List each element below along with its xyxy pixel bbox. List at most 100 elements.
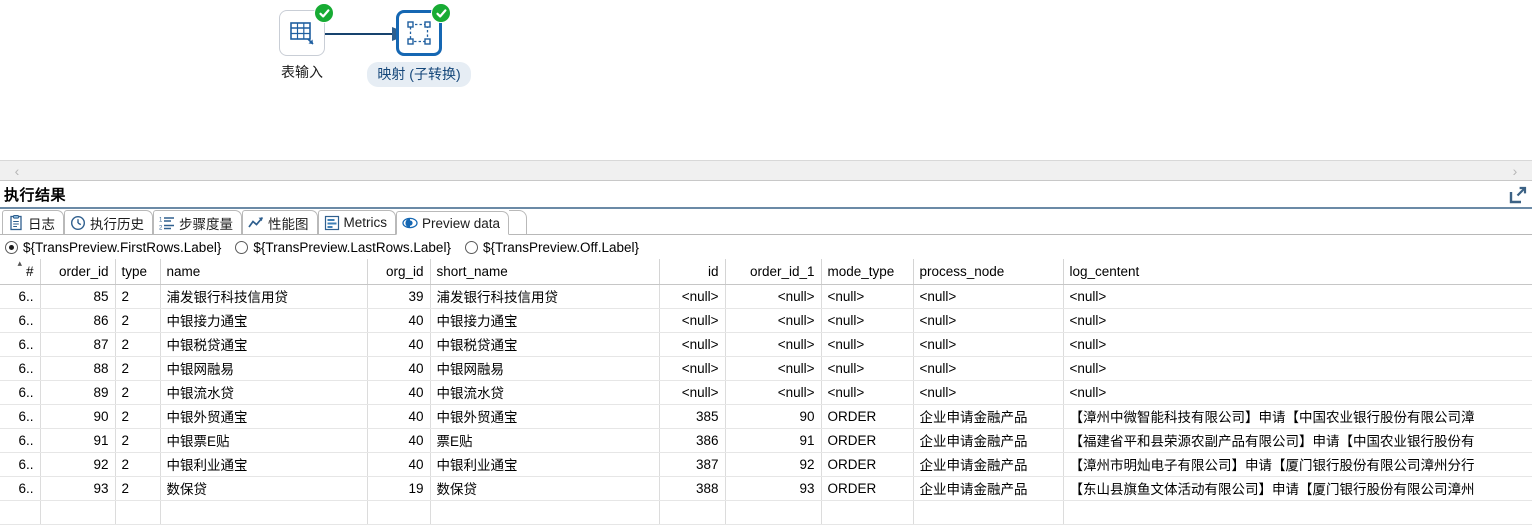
column-header-process_node[interactable]: process_node (913, 259, 1064, 285)
cell-idx[interactable]: 6.. (0, 356, 41, 381)
cell-log_centent[interactable] (1063, 500, 1532, 525)
column-header-name[interactable]: name (160, 259, 368, 285)
cell-name[interactable]: 浦发银行科技信用贷 (160, 284, 368, 309)
cell-name[interactable]: 数保贷 (160, 476, 368, 501)
cell-mode_type[interactable]: <null> (821, 308, 914, 333)
cell-name[interactable]: 中银税贷通宝 (160, 332, 368, 357)
cell-log_centent[interactable]: <null> (1063, 356, 1532, 381)
table-row[interactable]: 6.. 92 2 中银利业通宝 40 中银利业通宝 387 92 ORDER 企业申请金融产品 【漳… (0, 452, 1532, 477)
transformation-canvas[interactable]: 表输入 映射 (子转换) (0, 0, 1532, 160)
cell-idx[interactable]: 6.. (0, 404, 41, 429)
cell-order_id[interactable]: 89 (40, 380, 116, 405)
cell-name[interactable]: 中银网融易 (160, 356, 368, 381)
cell-process_node[interactable]: 企业申请金融产品 (913, 476, 1064, 501)
scroll-right-icon[interactable]: › (1502, 161, 1528, 181)
cell-id[interactable]: <null> (659, 332, 726, 357)
cell-type[interactable]: 2 (115, 380, 161, 405)
cell-name[interactable]: 中银外贸通宝 (160, 404, 368, 429)
cell-order_id_1[interactable]: <null> (725, 380, 822, 405)
cell-order_id[interactable]: 92 (40, 452, 116, 477)
cell-order_id[interactable]: 85 (40, 284, 116, 309)
cell-short_name[interactable]: 数保贷 (430, 476, 660, 501)
cell-name[interactable]: 中银票E贴 (160, 428, 368, 453)
tab-performance-graph[interactable]: 性能图 (242, 210, 318, 234)
cell-type[interactable]: 2 (115, 404, 161, 429)
cell-org_id[interactable]: 40 (367, 332, 431, 357)
cell-order_id[interactable]: 93 (40, 476, 116, 501)
scroll-thumb[interactable] (26, 163, 1506, 179)
cell-idx[interactable]: 6.. (0, 284, 41, 309)
cell-order_id[interactable]: 88 (40, 356, 116, 381)
cell-process_node[interactable]: <null> (913, 332, 1064, 357)
radio-indicator[interactable] (235, 240, 249, 254)
table-row[interactable]: 6.. 88 2 中银网融易 40 中银网融易 <null> <null> <null> <nul… (0, 356, 1532, 381)
cell-id[interactable]: 387 (659, 452, 726, 477)
cell-log_centent[interactable]: 【漳州中微智能科技有限公司】申请【中国农业银行股份有限公司漳 (1063, 404, 1532, 429)
cell-type[interactable]: 2 (115, 284, 161, 309)
cell-org_id[interactable]: 40 (367, 452, 431, 477)
cell-id[interactable]: <null> (659, 380, 726, 405)
cell-log_centent[interactable]: <null> (1063, 332, 1532, 357)
cell-short_name[interactable]: 中银接力通宝 (430, 308, 660, 333)
cell-order_id_1[interactable]: 90 (725, 404, 822, 429)
cell-log_centent[interactable]: <null> (1063, 284, 1532, 309)
column-header-id[interactable]: id (659, 259, 726, 285)
column-header-mode_type[interactable]: mode_type (821, 259, 914, 285)
tab-step-metrics[interactable]: 1 2 步骤度量 (153, 210, 242, 234)
cell-name[interactable]: 中银流水贷 (160, 380, 368, 405)
column-header-org_id[interactable]: org_id (367, 259, 431, 285)
cell-order_id_1[interactable]: <null> (725, 308, 822, 333)
cell-order_id_1[interactable]: 93 (725, 476, 822, 501)
cell-id[interactable]: <null> (659, 308, 726, 333)
cell-idx[interactable]: 6.. (0, 452, 41, 477)
cell-order_id[interactable]: 90 (40, 404, 116, 429)
cell-id[interactable]: <null> (659, 356, 726, 381)
table-row[interactable]: 6.. 89 2 中银流水贷 40 中银流水贷 <null> <null> <null> <nul… (0, 380, 1532, 405)
cell-short_name[interactable]: 中银网融易 (430, 356, 660, 381)
table-row[interactable]: 6.. 91 2 中银票E贴 40 票E贴 386 91 ORDER 企业申请金融产品 【福建省平和… (0, 428, 1532, 453)
radio-first-rows[interactable]: ${TransPreview.FirstRows.Label} (5, 240, 221, 255)
maximize-icon[interactable] (1508, 185, 1528, 205)
preview-mode-radiogroup[interactable]: ${TransPreview.FirstRows.Label} ${TransP… (0, 235, 1532, 259)
canvas-node-table-input[interactable]: 表输入 (252, 3, 352, 82)
cell-short_name[interactable]: 中银利业通宝 (430, 452, 660, 477)
results-tabbar[interactable]: 日志 执行历史 1 2 步骤度量 性能图 Metrics Preview dat… (0, 209, 1532, 235)
column-header-order_id_1[interactable]: order_id_1 (725, 259, 822, 285)
cell-order_id[interactable]: 86 (40, 308, 116, 333)
column-header-order_id[interactable]: order_id (40, 259, 116, 285)
column-header-type[interactable]: type (115, 259, 161, 285)
cell-mode_type[interactable]: ORDER (821, 404, 914, 429)
radio-off[interactable]: ${TransPreview.Off.Label} (464, 240, 639, 255)
cell-log_centent[interactable]: 【福建省平和县荣源农副产品有限公司】申请【中国农业银行股份有 (1063, 428, 1532, 453)
canvas-node-mapping[interactable]: 映射 (子转换) (364, 3, 474, 87)
cell-process_node[interactable]: 企业申请金融产品 (913, 428, 1064, 453)
cell-type[interactable]: 2 (115, 452, 161, 477)
cell-short_name[interactable]: 票E贴 (430, 428, 660, 453)
table-row[interactable]: 6.. 86 2 中银接力通宝 40 中银接力通宝 <null> <null> <null> <n… (0, 308, 1532, 333)
cell-name[interactable]: 中银利业通宝 (160, 452, 368, 477)
cell-idx[interactable]: 6.. (0, 428, 41, 453)
cell-org_id[interactable]: 40 (367, 380, 431, 405)
cell-mode_type[interactable]: <null> (821, 356, 914, 381)
cell-idx[interactable] (0, 500, 41, 525)
radio-indicator[interactable] (464, 240, 478, 254)
cell-idx[interactable]: 6.. (0, 380, 41, 405)
cell-idx[interactable]: 6.. (0, 332, 41, 357)
radio-indicator[interactable] (5, 240, 18, 254)
cell-type[interactable] (115, 500, 161, 525)
cell-process_node[interactable]: <null> (913, 356, 1064, 381)
cell-id[interactable]: 386 (659, 428, 726, 453)
cell-log_centent[interactable]: 【漳州市明灿电子有限公司】申请【厦门银行股份有限公司漳州分行 (1063, 452, 1532, 477)
column-header-log_centent[interactable]: log_centent (1063, 259, 1532, 285)
cell-process_node[interactable]: 企业申请金融产品 (913, 404, 1064, 429)
cell-order_id_1[interactable] (725, 500, 822, 525)
cell-order_id[interactable]: 91 (40, 428, 116, 453)
cell-short_name[interactable]: 中银税贷通宝 (430, 332, 660, 357)
cell-org_id[interactable]: 40 (367, 308, 431, 333)
cell-short_name[interactable]: 中银外贸通宝 (430, 404, 660, 429)
cell-type[interactable]: 2 (115, 428, 161, 453)
cell-order_id_1[interactable]: 92 (725, 452, 822, 477)
table-row[interactable]: 6.. 93 2 数保贷 19 数保贷 388 93 ORDER 企业申请金融产品 【东山县旗鱼文体… (0, 476, 1532, 501)
cell-type[interactable]: 2 (115, 476, 161, 501)
cell-name[interactable] (160, 500, 368, 525)
